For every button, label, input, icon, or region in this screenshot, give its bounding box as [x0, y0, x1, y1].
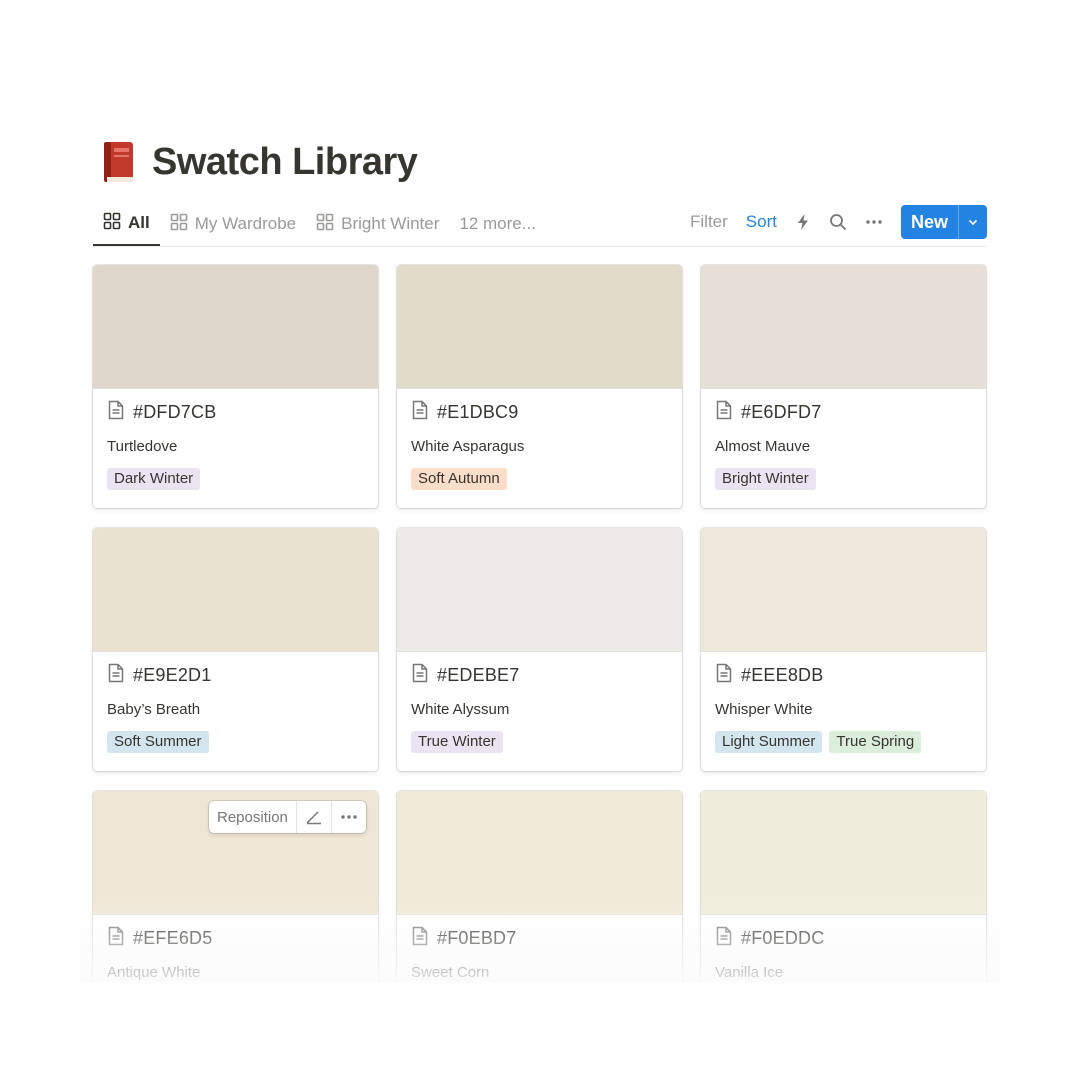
page-doc-icon [715, 400, 733, 425]
pencil-icon[interactable] [297, 801, 332, 833]
color-name: Turtledove [107, 438, 178, 455]
card-title-row: #F0EBD7 [411, 926, 516, 951]
page-doc-icon [107, 663, 125, 688]
page-title: Swatch Library [152, 140, 418, 183]
swatch-card[interactable]: #E9E2D1 Baby’s Breath Soft Summer [93, 528, 378, 771]
lightning-icon[interactable] [795, 213, 811, 231]
card-title[interactable]: #E1DBC9 [437, 402, 518, 423]
card-cover-swatch[interactable] [397, 791, 682, 915]
card-title[interactable]: #EEE8DB [741, 665, 823, 686]
season-tag: Soft Summer [107, 731, 209, 753]
tab-label: All [128, 213, 150, 232]
season-tag: Dark Winter [107, 468, 201, 490]
card-cover-swatch[interactable] [397, 265, 682, 389]
card-title-row: #E1DBC9 [411, 400, 518, 425]
page-doc-icon [411, 926, 429, 951]
card-cover-swatch[interactable] [701, 265, 986, 389]
season-tags: True Winter [411, 731, 510, 753]
tab-label: Bright Winter [341, 214, 440, 233]
new-button-group: New [900, 205, 987, 239]
card-title[interactable]: #F0EDDC [741, 928, 824, 949]
ellipsis-icon[interactable] [865, 213, 883, 231]
swatch-card[interactable]: #EDEBE7 White Alyssum True Winter [397, 528, 682, 771]
gallery-grid-icon [170, 213, 188, 236]
season-tags: Light Summer True Spring [715, 731, 928, 753]
season-tags: Bright Winter [715, 468, 823, 490]
card-title[interactable]: #E9E2D1 [133, 665, 211, 686]
card-title[interactable]: #EFE6D5 [133, 928, 212, 949]
reposition-button[interactable]: Reposition [209, 801, 297, 833]
color-name: Antique White [107, 964, 201, 981]
swatch-card[interactable]: #E6DFD7 Almost Mauve Bright Winter [701, 265, 986, 508]
season-tag: Light Summer [715, 731, 823, 753]
card-cover-swatch[interactable] [701, 528, 986, 652]
bottom-whitespace [0, 982, 1080, 1080]
card-cover-swatch[interactable] [701, 791, 986, 915]
page-doc-icon [107, 400, 125, 425]
card-title[interactable]: #E6DFD7 [741, 402, 821, 423]
color-name: Whisper White [715, 701, 813, 718]
page-doc-icon [411, 400, 429, 425]
cover-menu: Reposition [209, 801, 366, 833]
color-name: Sweet Corn [411, 964, 490, 981]
color-name: Vanilla Ice [715, 964, 784, 981]
sort-button[interactable]: Sort [746, 212, 777, 232]
more-views-button[interactable]: 12 more... [449, 202, 546, 246]
card-title[interactable]: #DFD7CB [133, 402, 216, 423]
season-tags: Soft Autumn [411, 468, 514, 490]
view-tabs: All My Wardrobe Bright Winter 12 more... [93, 202, 546, 246]
season-tag: Bright Winter [715, 468, 816, 490]
tab-all[interactable]: All [93, 202, 160, 246]
color-name: White Alyssum [411, 701, 510, 718]
card-cover-swatch[interactable] [93, 528, 378, 652]
color-name: White Asparagus [411, 438, 525, 455]
card-title[interactable]: #F0EBD7 [437, 928, 516, 949]
page-doc-icon [107, 926, 125, 951]
view-actions: Filter Sort New [672, 205, 987, 239]
swatch-card[interactable]: #DFD7CB Turtledove Dark Winter [93, 265, 378, 508]
season-tag: True Winter [411, 731, 503, 753]
card-title-row: #EDEBE7 [411, 663, 519, 688]
gallery-grid-icon [103, 212, 121, 235]
card-title-row: #E6DFD7 [715, 400, 821, 425]
card-cover-swatch[interactable] [397, 528, 682, 652]
page-header: Swatch Library [100, 136, 418, 188]
new-button[interactable]: New [901, 205, 958, 239]
card-title-row: #EEE8DB [715, 663, 823, 688]
season-tag: True Spring [829, 731, 922, 753]
card-title-row: #DFD7CB [107, 400, 216, 425]
card-title-row: #EFE6D5 [107, 926, 212, 951]
search-icon[interactable] [829, 213, 847, 231]
ellipsis-icon[interactable] [332, 801, 366, 833]
page: Swatch Library All My Wardrobe Bright Wi… [0, 0, 1080, 1080]
season-tag: Soft Autumn [411, 468, 507, 490]
gallery-grid-icon [316, 213, 334, 236]
card-cover-swatch[interactable] [93, 265, 378, 389]
season-tags: Dark Winter [107, 468, 207, 490]
swatch-card[interactable]: #E1DBC9 White Asparagus Soft Autumn [397, 265, 682, 508]
page-doc-icon [411, 663, 429, 688]
page-doc-icon [715, 926, 733, 951]
card-title[interactable]: #EDEBE7 [437, 665, 519, 686]
tab-bright-winter[interactable]: Bright Winter [306, 202, 449, 246]
tab-my-wardrobe[interactable]: My Wardrobe [160, 202, 306, 246]
tab-label: My Wardrobe [194, 214, 297, 233]
red-book-icon[interactable] [100, 139, 136, 185]
card-title-row: #E9E2D1 [107, 663, 211, 688]
page-doc-icon [715, 663, 733, 688]
view-toolbar: All My Wardrobe Bright Winter 12 more...… [93, 202, 987, 247]
color-name: Almost Mauve [715, 438, 811, 455]
season-tags: Soft Summer [107, 731, 216, 753]
swatch-card[interactable]: #EEE8DB Whisper White Light Summer True Spr… [701, 528, 986, 771]
color-name: Baby’s Breath [107, 701, 201, 718]
filter-button[interactable]: Filter [690, 212, 728, 232]
chevron-down-icon[interactable] [958, 205, 987, 239]
card-title-row: #F0EDDC [715, 926, 824, 951]
